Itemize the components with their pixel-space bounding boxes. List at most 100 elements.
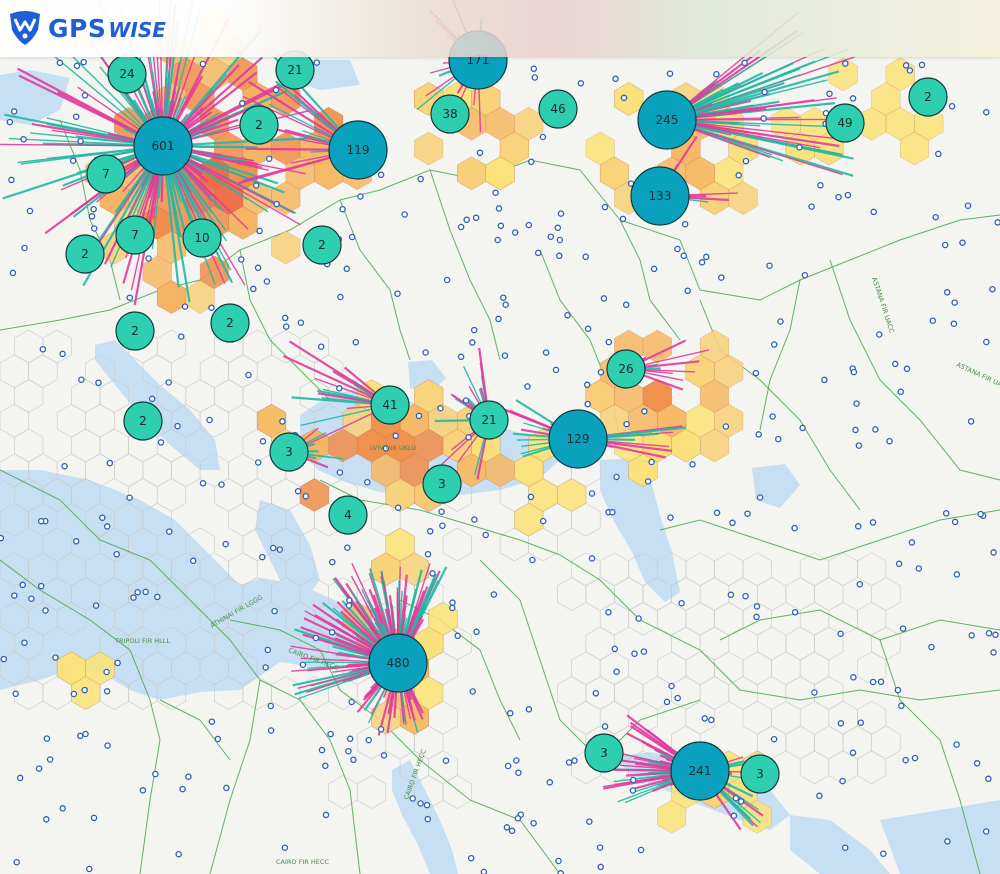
cluster-count: 4 — [344, 508, 352, 522]
cluster-marker-c133[interactable]: 133 — [630, 166, 690, 226]
airport-marker — [741, 59, 748, 67]
cluster-marker-c24[interactable]: 24 — [107, 54, 147, 94]
airport-marker — [59, 805, 66, 812]
airport-marker — [185, 773, 192, 780]
airport-marker — [142, 588, 149, 596]
cluster-marker-c480[interactable]: 480 — [368, 633, 428, 693]
airport-marker — [35, 765, 43, 772]
airport-marker — [139, 787, 147, 794]
airport-marker — [264, 646, 272, 654]
cluster-marker-c119[interactable]: 119 — [328, 120, 388, 180]
airport-marker — [565, 759, 573, 766]
cluster-marker-c3d[interactable]: 3 — [740, 754, 780, 794]
cluster-count: 129 — [567, 432, 590, 446]
cluster-marker-c46[interactable]: 46 — [538, 89, 578, 129]
airport-marker — [837, 720, 845, 727]
airport-marker — [605, 609, 612, 616]
cluster-marker-c2g[interactable]: 2 — [908, 77, 948, 117]
airport-marker — [449, 599, 456, 606]
airport-marker — [582, 253, 589, 261]
cluster-marker-c10[interactable]: 10 — [182, 218, 222, 258]
cluster-count: 49 — [837, 116, 852, 130]
cluster-marker-c2a[interactable]: 2 — [239, 105, 279, 145]
airport-marker — [469, 339, 476, 346]
gpswise-logo[interactable]: GPS WISE — [6, 10, 166, 46]
airport-marker — [26, 207, 34, 215]
cluster-marker-c245[interactable]: 245 — [637, 90, 697, 150]
airport-marker — [480, 868, 488, 874]
cluster-count: 7 — [131, 228, 139, 242]
airport-marker — [648, 458, 655, 466]
cluster-marker-c26[interactable]: 26 — [606, 349, 646, 389]
cluster-marker-c2b[interactable]: 2 — [65, 234, 105, 274]
cluster-marker-c3a[interactable]: 3 — [269, 432, 309, 472]
airport-marker — [214, 735, 222, 743]
airport-marker — [426, 528, 434, 535]
cluster-marker-c3b[interactable]: 3 — [422, 464, 462, 504]
airport-marker — [471, 516, 478, 523]
airport-marker — [336, 385, 343, 392]
cluster-marker-c3c[interactable]: 3 — [584, 733, 624, 773]
airport-marker — [899, 625, 907, 632]
airport-marker — [492, 189, 499, 196]
airport-marker — [967, 418, 975, 425]
cluster-marker-c7a[interactable]: 7 — [86, 154, 126, 194]
airport-marker — [849, 95, 857, 102]
airport-marker — [69, 157, 77, 164]
airport-marker — [423, 801, 431, 809]
cluster-marker-c601[interactable]: 601 — [133, 116, 193, 176]
airport-marker — [898, 702, 905, 710]
airport-marker — [964, 202, 972, 209]
airport-marker — [729, 519, 736, 527]
airport-marker — [88, 213, 96, 220]
airport-marker — [577, 80, 585, 87]
airport-marker — [72, 113, 80, 120]
airport-marker — [842, 60, 849, 67]
airport-marker — [531, 74, 539, 81]
airport-marker — [791, 524, 798, 532]
airport-marker — [380, 752, 388, 759]
airport-marker — [678, 599, 685, 607]
airport-marker — [943, 289, 951, 296]
airport-marker — [508, 827, 516, 835]
airport-marker — [571, 757, 578, 764]
airport-marker — [713, 70, 720, 78]
airport-marker — [322, 762, 329, 770]
cluster-marker-c2c[interactable]: 2 — [302, 225, 342, 265]
cluster-marker-c2f[interactable]: 2 — [123, 401, 163, 441]
airport-marker — [766, 262, 773, 269]
airport-marker — [613, 668, 620, 675]
airport-marker — [953, 741, 960, 748]
airport-marker — [99, 514, 106, 521]
cluster-marker-c41[interactable]: 41 — [370, 385, 410, 425]
cluster-marker-c4[interactable]: 4 — [328, 495, 368, 535]
airport-marker — [457, 353, 465, 361]
airport-marker — [584, 325, 592, 332]
fir-label-tripoli: TRIPOLI FIR HLLL — [114, 637, 170, 645]
cluster-count: 2 — [81, 247, 89, 261]
airport-marker — [983, 108, 990, 116]
airport-marker — [597, 368, 605, 376]
airport-marker — [352, 338, 360, 346]
airport-marker — [850, 368, 858, 376]
cluster-marker-c129[interactable]: 129 — [548, 409, 608, 469]
airport-marker — [269, 544, 277, 552]
interference-map[interactable]: TRIPOLI FIR HLLL ATHINAI FIR LGGG CAIRO … — [0, 0, 1000, 874]
airport-marker — [262, 664, 269, 671]
airport-marker — [985, 629, 993, 637]
cluster-marker-c49[interactable]: 49 — [825, 103, 865, 143]
airport-marker — [886, 437, 893, 445]
cluster-marker-c241[interactable]: 241 — [670, 741, 730, 801]
airport-marker — [547, 233, 555, 240]
airport-marker — [872, 426, 879, 433]
airport-marker — [992, 631, 999, 639]
cluster-marker-c7b[interactable]: 7 — [115, 215, 155, 255]
cluster-marker-c21b[interactable]: 21 — [469, 400, 509, 440]
airport-marker — [299, 661, 307, 668]
cluster-marker-c38[interactable]: 38 — [430, 94, 470, 134]
airport-marker — [942, 510, 950, 517]
cluster-marker-c2d[interactable]: 2 — [115, 311, 155, 351]
cluster-marker-c2e[interactable]: 2 — [210, 303, 250, 343]
airport-marker — [908, 539, 916, 546]
brand-sub: WISE — [108, 17, 166, 42]
